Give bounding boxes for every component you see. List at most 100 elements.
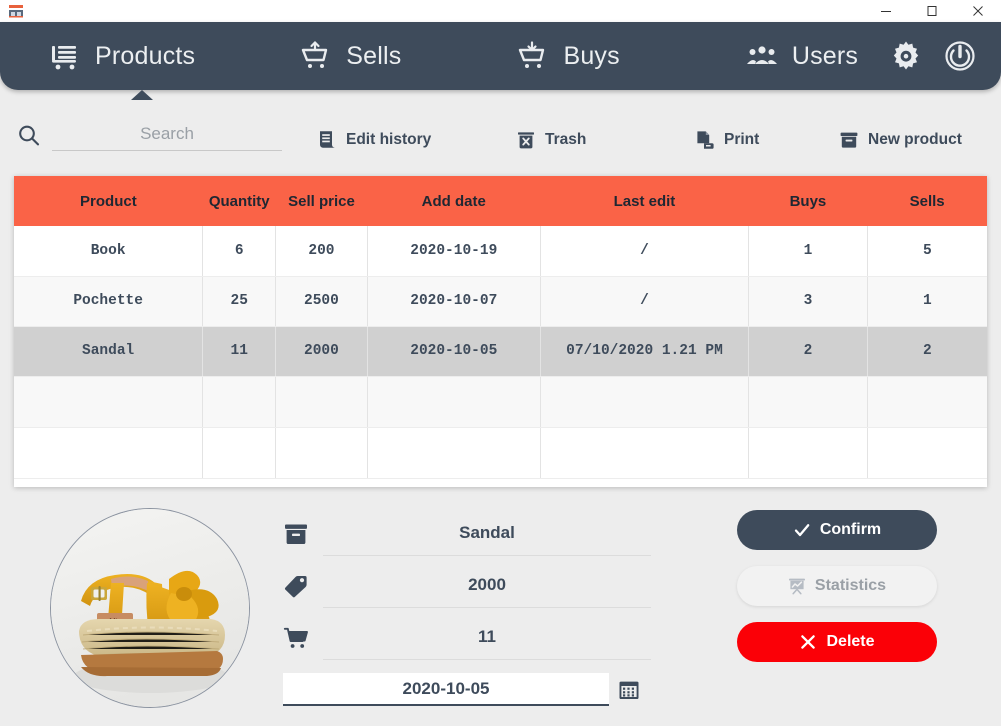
cell-product: Book — [14, 226, 204, 277]
confirm-button[interactable]: Confirm — [737, 510, 937, 550]
search-area — [16, 120, 282, 151]
cell-sells — [867, 427, 987, 479]
nav-item-sells[interactable]: Sells — [299, 22, 401, 90]
cell-add-date — [367, 376, 541, 428]
field-row-quantity: 11 — [283, 614, 651, 666]
table-row-selected[interactable]: Sandal 11 2000 2020-10-05 07/10/2020 1.2… — [14, 326, 987, 377]
statistics-button[interactable]: Statistics — [737, 566, 937, 606]
printer-icon — [695, 130, 715, 150]
search-icon[interactable] — [16, 123, 42, 149]
trash-button[interactable]: Trash — [516, 130, 586, 150]
check-icon — [794, 524, 810, 537]
nav-item-buys[interactable]: Buys — [516, 22, 620, 90]
nav-right-group — [889, 39, 1001, 73]
nav-label-buys: Buys — [563, 41, 620, 70]
cell-sell-price: 2000 — [275, 326, 368, 377]
receipt-icon — [317, 130, 337, 150]
shop-icon — [8, 3, 24, 19]
product-quantity-value[interactable]: 11 — [323, 614, 651, 660]
application-window: Products Sells Buys Users Search Edit hi… — [0, 0, 1001, 726]
field-row-name: Sandal — [283, 510, 651, 562]
column-header-last-edit[interactable]: Last edit — [540, 176, 749, 226]
column-header-product[interactable]: Product — [14, 176, 203, 226]
active-tab-pointer — [131, 90, 153, 100]
column-header-buys[interactable]: Buys — [748, 176, 868, 226]
cell-sells: 1 — [867, 276, 987, 327]
chart-board-icon — [788, 578, 805, 595]
search-input[interactable] — [52, 120, 282, 151]
column-header-quantity[interactable]: Quantity — [202, 176, 276, 226]
cell-quantity — [202, 427, 277, 479]
nav-item-users[interactable]: Users — [745, 22, 858, 90]
cell-sell-price — [275, 427, 368, 479]
box-icon — [283, 521, 309, 547]
cell-buys — [748, 376, 868, 428]
cell-sell-price: 200 — [275, 226, 368, 277]
cell-last-edit: 07/10/2020 1.21 PM — [540, 326, 750, 377]
table-row[interactable] — [14, 376, 987, 428]
table-row[interactable] — [14, 427, 987, 479]
table-header-row: Product Quantity Sell price Add date Las… — [14, 176, 987, 226]
column-header-add-date[interactable]: Add date — [367, 176, 541, 226]
cell-buys: 3 — [748, 276, 868, 327]
tag-icon — [283, 573, 309, 599]
trash-icon — [516, 130, 536, 150]
cell-sells: 5 — [867, 226, 987, 277]
minimize-button[interactable] — [863, 0, 909, 22]
nav-label-users: Users — [791, 41, 859, 70]
cell-last-edit: / — [540, 226, 750, 277]
nav-label-sells: Sells — [346, 41, 402, 70]
cell-sells: 2 — [867, 326, 987, 377]
cell-quantity: 11 — [202, 326, 277, 377]
confirm-label: Confirm — [819, 521, 882, 538]
add-date-input[interactable] — [283, 673, 609, 706]
cell-product: Sandal — [14, 326, 204, 377]
cell-buys — [748, 427, 868, 479]
box-icon — [839, 130, 859, 150]
table-header: Product Quantity Sell price Add date Las… — [14, 176, 987, 226]
title-bar — [0, 0, 1001, 22]
nav-item-products[interactable]: Products — [48, 22, 195, 90]
cell-add-date: 2020-10-19 — [367, 226, 541, 277]
delete-label: Delete — [826, 633, 875, 650]
products-table: Product Quantity Sell price Add date Las… — [14, 176, 987, 479]
cart-up-arrow-icon — [299, 39, 333, 73]
power-icon[interactable] — [943, 39, 977, 73]
cell-buys: 2 — [748, 326, 868, 377]
column-header-sells[interactable]: Sells — [867, 176, 987, 226]
product-price-value[interactable]: 2000 — [323, 562, 651, 608]
column-header-sell-price[interactable]: Sell price — [275, 176, 368, 226]
calendar-icon[interactable] — [618, 679, 640, 701]
delete-button[interactable]: Delete — [737, 622, 937, 662]
detail-action-buttons: Confirm Statistics Delete — [737, 510, 937, 678]
cart-down-arrow-icon — [516, 39, 550, 73]
cell-add-date: 2020-10-07 — [367, 276, 541, 327]
table-row[interactable]: Book 6 200 2020-10-19 / 1 5 — [14, 226, 987, 277]
trash-label: Trash — [545, 131, 587, 148]
products-table-container: Product Quantity Sell price Add date Las… — [14, 176, 987, 487]
cell-quantity: 6 — [202, 226, 277, 277]
edit-history-label: Edit history — [346, 131, 432, 148]
product-name-value[interactable]: Sandal — [323, 510, 651, 556]
main-navigation-bar: Products Sells Buys Users — [0, 22, 1001, 90]
cell-product: Pochette — [14, 276, 204, 327]
window-controls — [863, 0, 1001, 22]
product-detail-panel: Mia — [0, 495, 1001, 726]
cell-last-edit — [540, 427, 750, 479]
cell-add-date — [367, 427, 541, 479]
print-button[interactable]: Print — [695, 130, 759, 150]
cell-sell-price — [275, 376, 368, 428]
new-product-button[interactable]: New product — [839, 130, 962, 150]
table-row[interactable]: Pochette 25 2500 2020-10-07 / 3 1 — [14, 276, 987, 327]
date-field-row — [283, 673, 651, 709]
close-button[interactable] — [955, 0, 1001, 22]
cell-sell-price: 2500 — [275, 276, 368, 327]
cell-quantity — [202, 376, 277, 428]
gear-icon[interactable] — [889, 39, 923, 73]
x-icon — [801, 635, 816, 649]
edit-history-button[interactable]: Edit history — [317, 130, 431, 150]
cell-buys: 1 — [748, 226, 868, 277]
maximize-button[interactable] — [909, 0, 955, 22]
table-body: Book 6 200 2020-10-19 / 1 5 Pochette 25 … — [14, 226, 987, 479]
users-group-icon — [745, 39, 779, 73]
